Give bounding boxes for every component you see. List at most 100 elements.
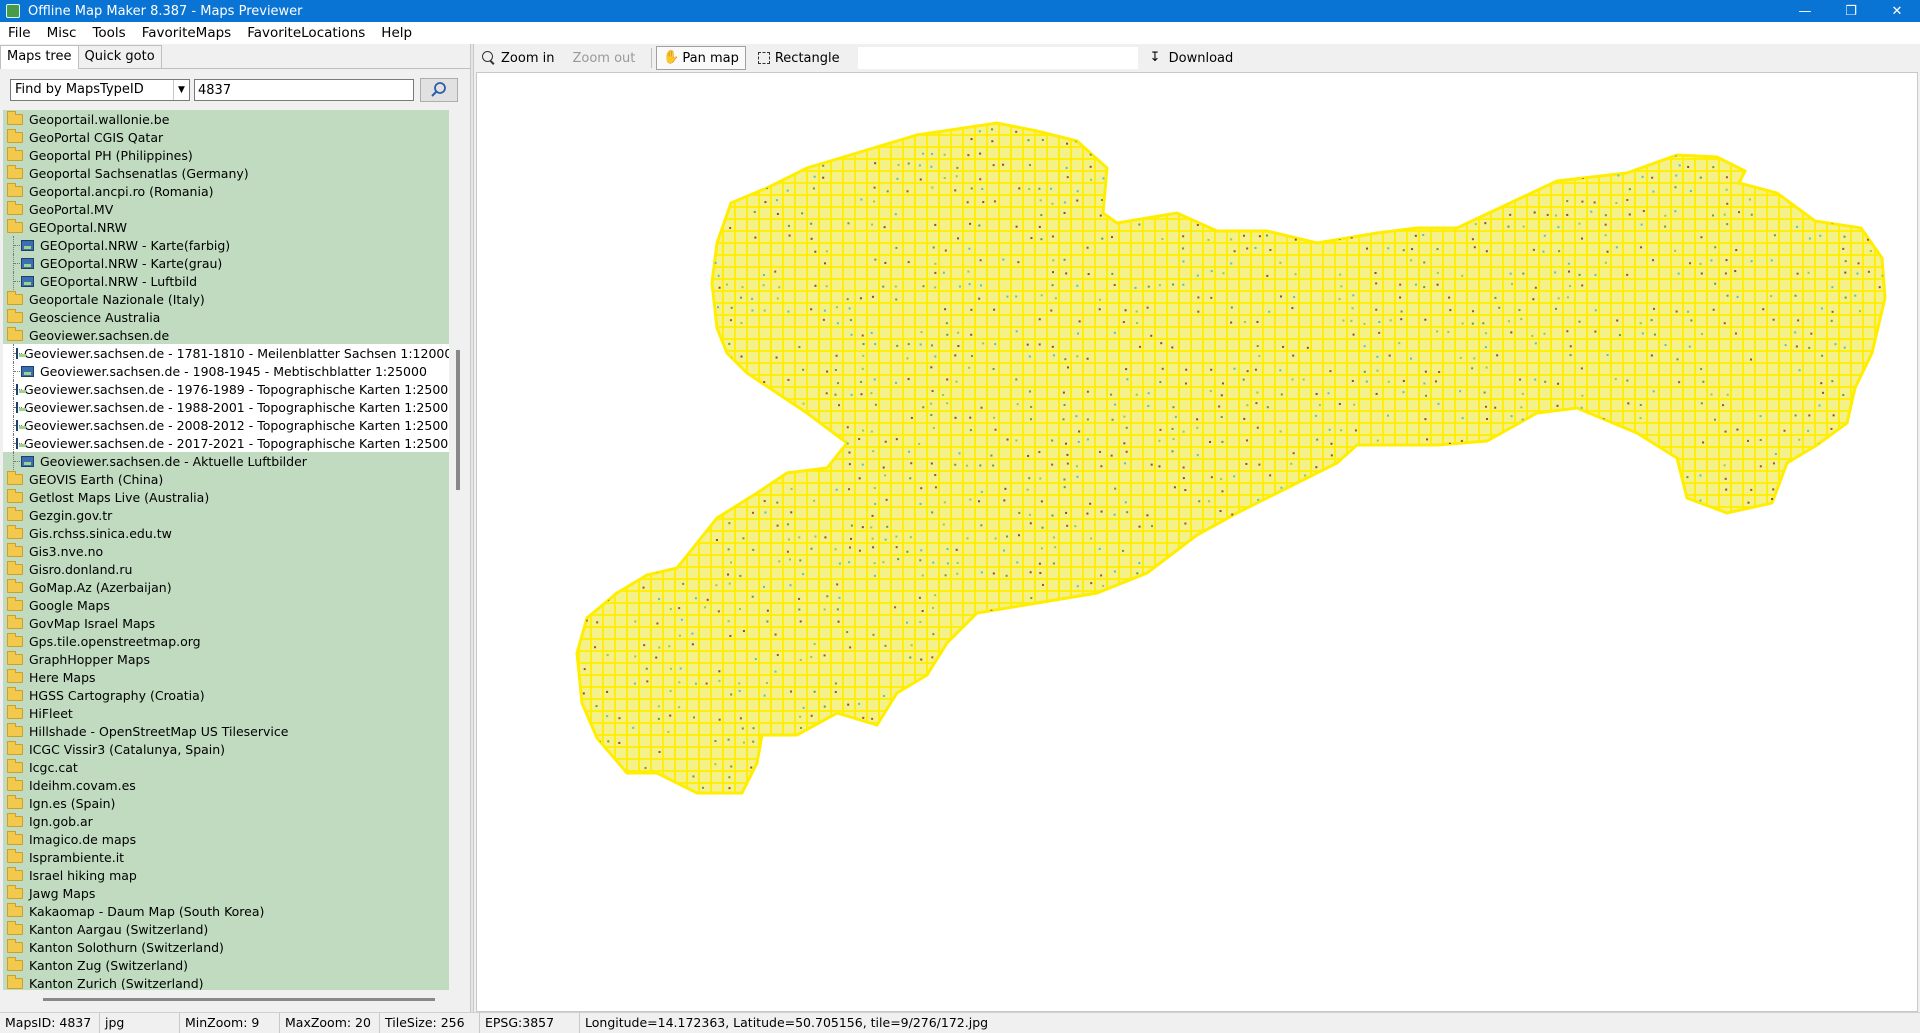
tree-folder-item[interactable]: GEOVIS Earth (China) <box>3 470 449 488</box>
tree-folder-item[interactable]: GovMap Israel Maps <box>3 614 449 632</box>
tree-folder-item[interactable]: Isprambiente.it <box>3 848 449 866</box>
tree-folder-item[interactable]: ICGC Vissir3 (Catalunya, Spain) <box>3 740 449 758</box>
tree-map-item[interactable]: Geoviewer.sachsen.de - Aktuelle Luftbild… <box>3 452 449 470</box>
tree-folder-item[interactable]: Israel hiking map <box>3 866 449 884</box>
tree-folder-item[interactable]: Geoviewer.sachsen.de <box>3 326 449 344</box>
tree-folder-item[interactable]: Gisro.donland.ru <box>3 560 449 578</box>
tree-item-label: Ign.es (Spain) <box>29 796 115 811</box>
tree-connector-line <box>13 434 14 452</box>
tree-folder-item[interactable]: Geoportal.ancpi.ro (Romania) <box>3 182 449 200</box>
folder-icon <box>7 312 23 323</box>
tree-map-item[interactable]: GEOportal.NRW - Karte(grau) <box>3 254 449 272</box>
tree-folder-item[interactable]: Kanton Solothurn (Switzerland) <box>3 938 449 956</box>
tree-map-item[interactable]: GEOportal.NRW - Luftbild <box>3 272 449 290</box>
tree-horizontal-scrollbar[interactable] <box>3 994 463 1006</box>
tree-map-item[interactable]: Geoviewer.sachsen.de - 1976-1989 - Topog… <box>3 380 449 398</box>
tab-quick-goto[interactable]: Quick goto <box>78 45 162 68</box>
menu-favorite-locations[interactable]: FavoriteLocations <box>239 25 373 41</box>
folder-icon <box>7 816 23 827</box>
tree-folder-item[interactable]: Imagico.de maps <box>3 830 449 848</box>
tree-item-label: Gezgin.gov.tr <box>29 508 112 523</box>
chevron-down-icon[interactable]: ▼ <box>173 80 189 100</box>
tree-folder-item[interactable]: Geoportail.wallonie.be <box>3 110 449 128</box>
tree-folder-item[interactable]: GEOportal.NRW <box>3 218 449 236</box>
map-icon <box>16 438 18 449</box>
scrollbar-thumb[interactable] <box>456 350 460 490</box>
minimize-button[interactable]: — <box>1782 0 1828 22</box>
tree-map-item[interactable]: Geoviewer.sachsen.de - 1988-2001 - Topog… <box>3 398 449 416</box>
tree-folder-item[interactable]: Gezgin.gov.tr <box>3 506 449 524</box>
tree-map-item[interactable]: Geoviewer.sachsen.de - 1908-1945 - Mebti… <box>3 362 449 380</box>
tree-folder-item[interactable]: Gps.tile.openstreetmap.org <box>3 632 449 650</box>
search-button[interactable] <box>420 78 458 102</box>
tree-folder-item[interactable]: HiFleet <box>3 704 449 722</box>
tree-folder-item[interactable]: Gis3.nve.no <box>3 542 449 560</box>
window-controls: — ❐ ✕ <box>1782 0 1920 22</box>
tree-folder-item[interactable]: Kanton Zurich (Switzerland) <box>3 974 449 990</box>
tree-folder-item[interactable]: Hillshade - OpenStreetMap US Tileservice <box>3 722 449 740</box>
menu-tools[interactable]: Tools <box>84 25 133 41</box>
tree-item-label: Geoviewer.sachsen.de - 1908-1945 - Mebti… <box>40 364 427 379</box>
toolbar-field[interactable] <box>858 47 1138 69</box>
tree-folder-item[interactable]: Here Maps <box>3 668 449 686</box>
download-button[interactable]: ↧ Download <box>1144 46 1240 70</box>
scrollbar-thumb[interactable] <box>43 998 435 1001</box>
pan-map-label: Pan map <box>682 51 738 66</box>
menu-favorite-maps[interactable]: FavoriteMaps <box>134 25 239 41</box>
tree-item-label: GEOVIS Earth (China) <box>29 472 163 487</box>
folder-icon <box>7 492 23 503</box>
zoom-out-button[interactable]: Zoom out <box>566 46 641 70</box>
hand-icon: ✋ <box>663 51 677 65</box>
find-mode-select[interactable]: Find by MapsTypeID ▼ <box>10 79 190 101</box>
folder-icon <box>7 726 23 737</box>
tree-item-label: GEOportal.NRW - Luftbild <box>40 274 197 289</box>
tree-item-label: ICGC Vissir3 (Catalunya, Spain) <box>29 742 225 757</box>
tree-folder-item[interactable]: Ign.gob.ar <box>3 812 449 830</box>
rectangle-button[interactable]: Rectangle <box>752 46 846 70</box>
tree-item-label: Geoportale Nazionale (Italy) <box>29 292 205 307</box>
tree-folder-item[interactable]: HGSS Cartography (Croatia) <box>3 686 449 704</box>
folder-icon <box>7 474 23 485</box>
tree-folder-item[interactable]: GeoPortal CGIS Qatar <box>3 128 449 146</box>
folder-icon <box>7 708 23 719</box>
close-button[interactable]: ✕ <box>1874 0 1920 22</box>
tree-folder-item[interactable]: Jawg Maps <box>3 884 449 902</box>
tree-folder-item[interactable]: Gis.rchss.sinica.edu.tw <box>3 524 449 542</box>
tree-folder-item[interactable]: Geoportal PH (Philippines) <box>3 146 449 164</box>
tree-folder-item[interactable]: Icgc.cat <box>3 758 449 776</box>
tree-folder-item[interactable]: Kanton Aargau (Switzerland) <box>3 920 449 938</box>
find-mode-value: Find by MapsTypeID <box>15 82 144 97</box>
tree-folder-item[interactable]: GeoPortal.MV <box>3 200 449 218</box>
panel-splitter[interactable] <box>470 44 474 1012</box>
tree-folder-item[interactable]: Ideihm.covam.es <box>3 776 449 794</box>
folder-icon <box>7 852 23 863</box>
pan-map-button[interactable]: ✋ Pan map <box>656 46 745 70</box>
tree-map-item[interactable]: Geoviewer.sachsen.de - 1781-1810 - Meile… <box>3 344 449 362</box>
tree-folder-item[interactable]: Kakaomap - Daum Map (South Korea) <box>3 902 449 920</box>
tree-folder-item[interactable]: GoMap.Az (Azerbaijan) <box>3 578 449 596</box>
tree-folder-item[interactable]: Geoscience Australia <box>3 308 449 326</box>
tree-folder-item[interactable]: Ign.es (Spain) <box>3 794 449 812</box>
tree-map-item[interactable]: Geoviewer.sachsen.de - 2017-2021 - Topog… <box>3 434 449 452</box>
menu-help[interactable]: Help <box>373 25 420 41</box>
search-input[interactable] <box>194 79 414 101</box>
tree-map-item[interactable]: Geoviewer.sachsen.de - 2008-2012 - Topog… <box>3 416 449 434</box>
tree-vertical-scrollbar[interactable] <box>452 110 466 990</box>
map-preview[interactable] <box>476 72 1918 1012</box>
tree-connector-line <box>13 272 19 290</box>
tree-folder-item[interactable]: Google Maps <box>3 596 449 614</box>
tree-folder-item[interactable]: GraphHopper Maps <box>3 650 449 668</box>
zoom-in-button[interactable]: Zoom in <box>476 46 560 70</box>
menu-file[interactable]: File <box>0 25 39 41</box>
tree-folder-item[interactable]: Geoportale Nazionale (Italy) <box>3 290 449 308</box>
tree-item-label: Geoportal Sachsenatlas (Germany) <box>29 166 249 181</box>
tree-folder-item[interactable]: Kanton Zug (Switzerland) <box>3 956 449 974</box>
tile-coverage-map[interactable] <box>477 73 1918 1012</box>
tab-maps-tree[interactable]: Maps tree <box>0 45 79 69</box>
menu-misc[interactable]: Misc <box>39 25 85 41</box>
tree-map-item[interactable]: GEOportal.NRW - Karte(farbig) <box>3 236 449 254</box>
tree-folder-item[interactable]: Geoportal Sachsenatlas (Germany) <box>3 164 449 182</box>
tree-folder-item[interactable]: Getlost Maps Live (Australia) <box>3 488 449 506</box>
map-toolbar: Zoom in Zoom out ✋ Pan map Rectangle ↧ D… <box>476 46 1918 70</box>
maximize-button[interactable]: ❐ <box>1828 0 1874 22</box>
